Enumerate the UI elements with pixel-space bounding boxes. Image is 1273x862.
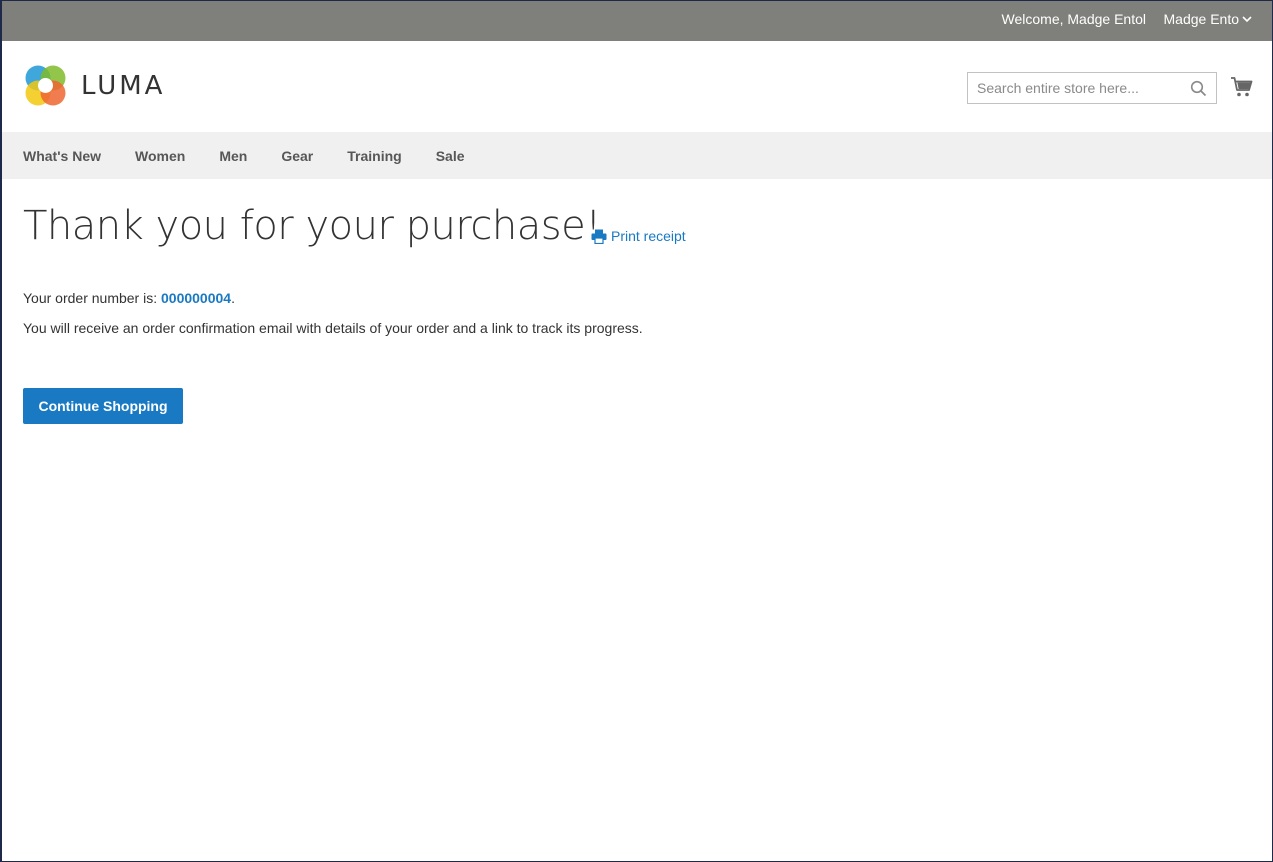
order-number-link[interactable]: 000000004 [161,290,231,306]
chevron-down-icon [1242,16,1252,23]
confirmation-info-text: You will receive an order confirmation e… [23,320,643,336]
main-navigation: What's New Women Men Gear Training Sale [0,132,1273,179]
welcome-message: Welcome, Madge Entol [1001,11,1146,27]
nav-item-men[interactable]: Men [219,148,247,164]
cart-icon[interactable] [1230,76,1253,98]
search-box [967,72,1217,104]
continue-shopping-button[interactable]: Continue Shopping [23,388,183,424]
search-input[interactable] [968,73,1216,103]
nav-item-sale[interactable]: Sale [436,148,465,164]
store-logo[interactable]: LUMA [23,63,165,108]
account-name: Madge Ento [1163,11,1240,27]
nav-item-whats-new[interactable]: What's New [23,148,101,164]
print-icon [591,229,607,244]
print-receipt-label: Print receipt [611,228,686,244]
luma-logo-icon [25,65,66,106]
nav-item-training[interactable]: Training [347,148,401,164]
nav-item-women[interactable]: Women [135,148,185,164]
order-number-line: Your order number is: 000000004. [23,290,235,306]
nav-item-gear[interactable]: Gear [281,148,313,164]
top-bar: Welcome, Madge Entol Madge Ento [0,0,1273,41]
print-receipt-link[interactable]: Print receipt [591,228,686,244]
search-icon[interactable] [1190,80,1207,97]
logo-text: LUMA [81,70,166,101]
order-number-suffix: . [231,290,235,306]
order-number-prefix: Your order number is: [23,290,161,306]
header: LUMA [0,41,1273,132]
account-menu-toggle[interactable]: Madge Ento [1164,11,1253,27]
page-title: Thank you for your purchase! [23,203,601,249]
